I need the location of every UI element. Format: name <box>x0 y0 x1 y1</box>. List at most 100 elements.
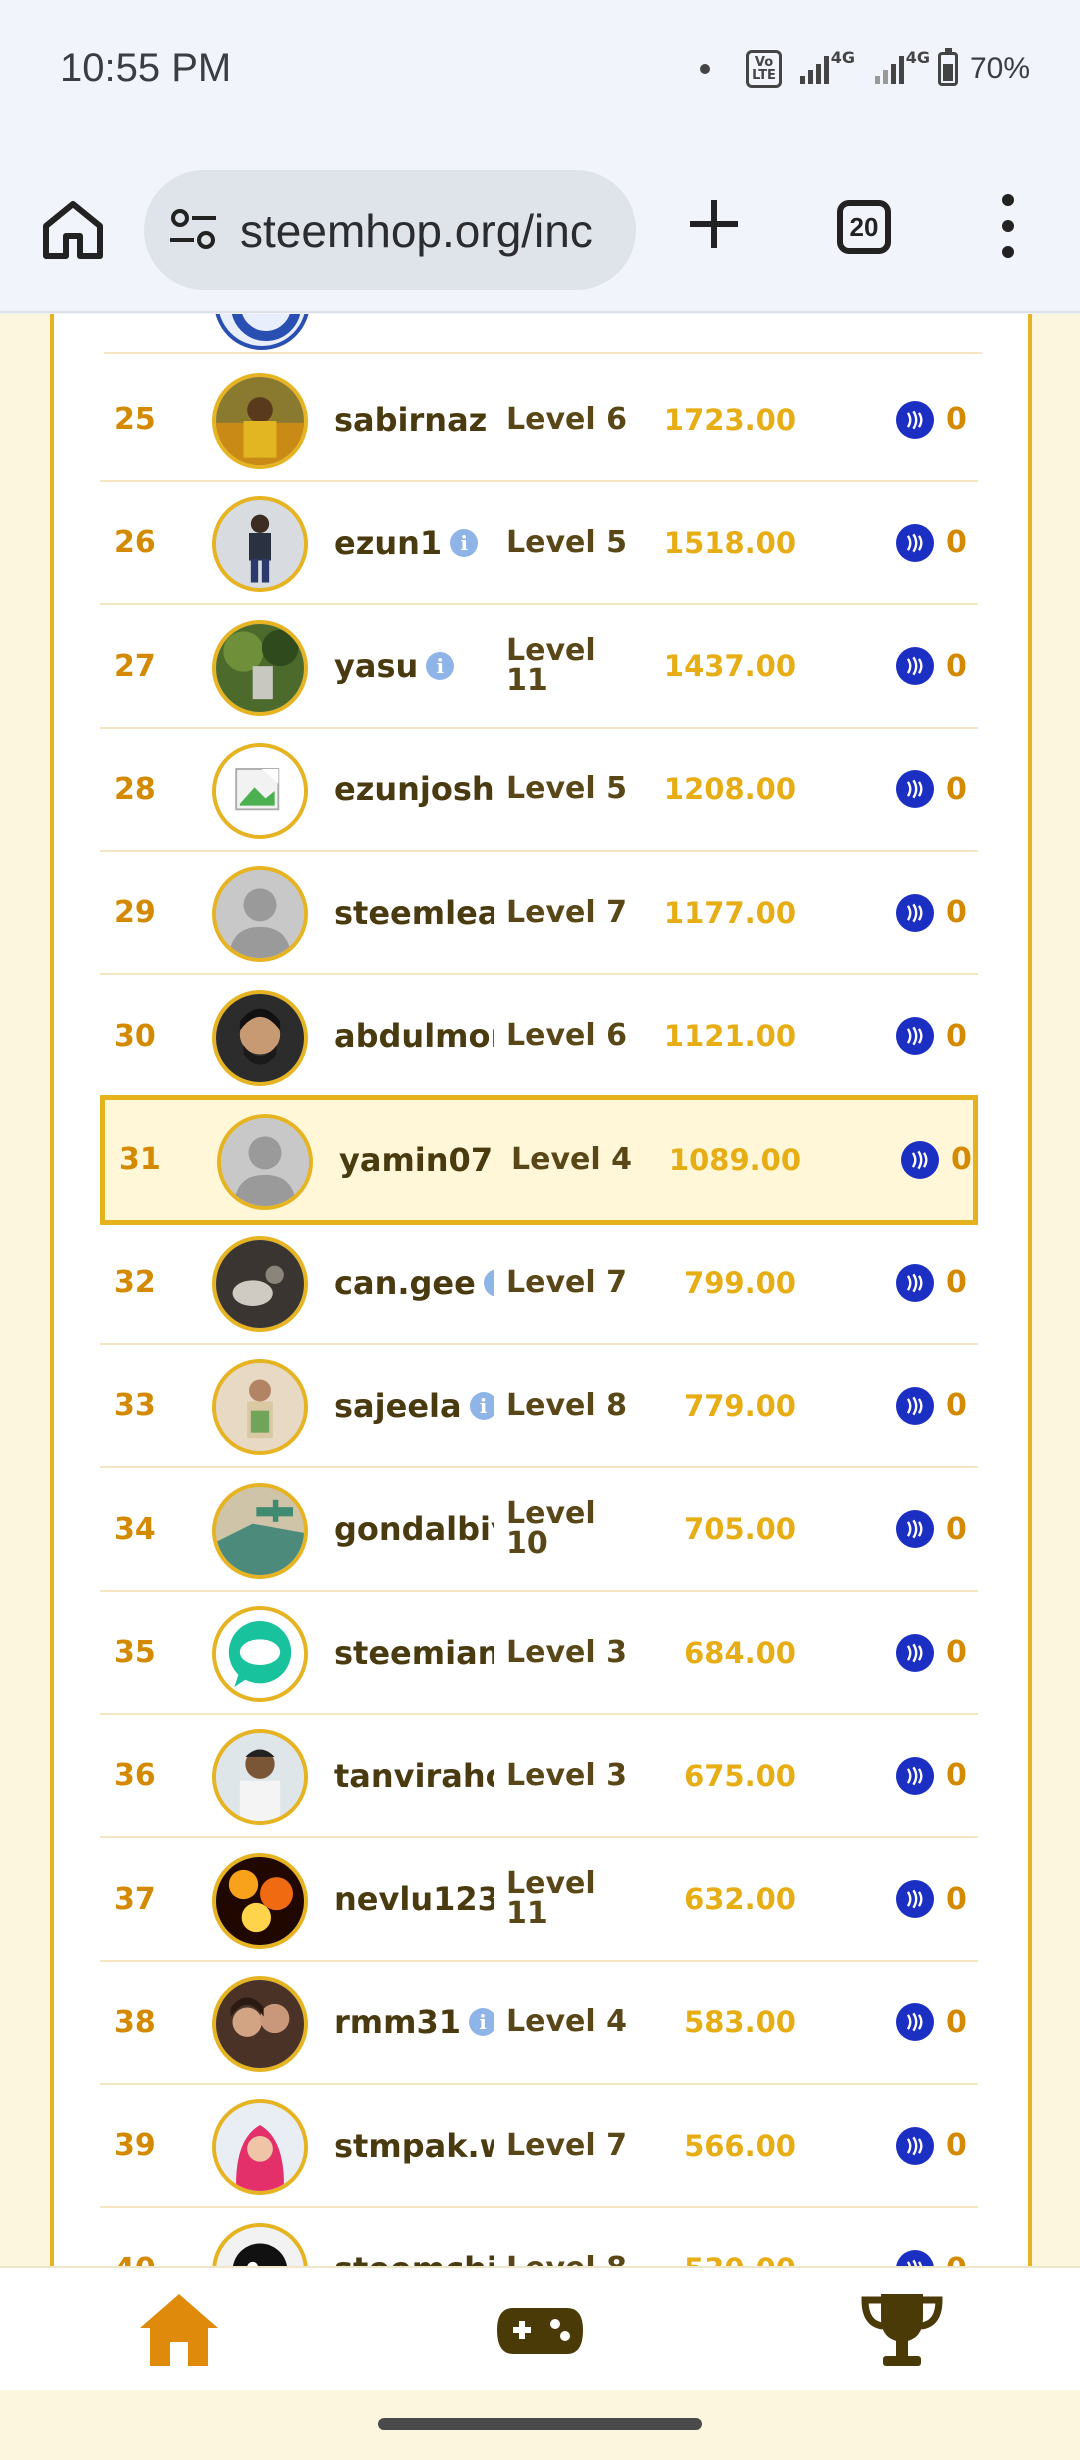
username[interactable]: nevlu123 <box>334 1839 494 1960</box>
avatar[interactable] <box>212 1729 308 1826</box>
avatar[interactable] <box>212 742 308 839</box>
username[interactable]: abdulmor <box>334 976 494 1097</box>
info-icon[interactable]: i <box>450 528 479 557</box>
username[interactable]: stmpak.w <box>334 2085 494 2206</box>
url-text: steemhop.org/inc <box>240 205 593 257</box>
username[interactable]: tanvirahc <box>334 1715 494 1836</box>
network-type-1: 4G <box>830 48 855 67</box>
info-icon[interactable]: i <box>483 1268 494 1297</box>
leaderboard-row[interactable]: 38 rmm31 i Level 4 583.00 0 <box>100 1962 978 2085</box>
steem-icon <box>896 1633 934 1672</box>
username-text: ezun1 <box>334 523 443 562</box>
steem-value: 0 <box>946 1758 967 1794</box>
username[interactable]: ezunjosh <box>334 729 494 850</box>
username[interactable]: yamin07i <box>339 1100 499 1220</box>
nav-leaderboard[interactable] <box>857 2288 947 2372</box>
info-icon[interactable]: i <box>469 2008 494 2037</box>
username-text: can.gee <box>334 1263 476 1302</box>
rank: 25 <box>114 402 156 437</box>
avatar[interactable] <box>212 1236 308 1333</box>
leaderboard-row[interactable]: 27 yasu i Level 11 1437.00 0 <box>100 606 978 729</box>
tab-switcher-button[interactable]: 20 <box>837 200 891 254</box>
level: Level 5 <box>506 771 627 807</box>
username[interactable]: rmm31 i <box>334 1962 494 2083</box>
current-user-row[interactable]: 31 yamin07i Level 4 1089.00 0 <box>100 1094 978 1225</box>
avatar[interactable] <box>212 1482 308 1579</box>
status-icons: Vo LTE 4G 4G 70% <box>700 48 1030 88</box>
avatar[interactable] <box>212 2222 308 2266</box>
username[interactable]: ezun1 i <box>334 482 494 603</box>
level: Level 6 <box>506 401 627 437</box>
username[interactable]: sajeela i <box>334 1345 494 1466</box>
avatar[interactable] <box>212 2099 308 2196</box>
level: Level 11 <box>506 1866 596 1932</box>
username[interactable]: sabirnaz <box>334 359 494 480</box>
bottom-nav <box>0 2266 1080 2390</box>
username[interactable]: gondalbiy <box>334 1469 494 1590</box>
score: 1177.00 <box>663 895 796 930</box>
volte-icon: Vo LTE <box>746 50 782 88</box>
rank: 40 <box>114 2209 156 2267</box>
leaderboard-row[interactable]: 36 tanvirahc Level 3 675.00 0 <box>100 1715 978 1839</box>
leaderboard-row[interactable]: 39 stmpak.w Level 7 566.00 0 <box>100 2085 978 2209</box>
steem-reward: 0 <box>896 2209 967 2267</box>
avatar[interactable] <box>212 373 308 469</box>
info-icon[interactable]: i <box>469 1391 494 1420</box>
leaderboard-row[interactable]: 40 steemchil Level 8 530.00 0 <box>100 2209 978 2267</box>
gesture-home-bar[interactable] <box>378 2418 702 2430</box>
steem-value: 0 <box>946 648 967 684</box>
info-icon[interactable]: i <box>426 652 455 681</box>
steem-reward: 0 <box>901 1100 972 1220</box>
leaderboard-row[interactable]: 33 sajeela i Level 8 779.00 0 <box>100 1345 978 1469</box>
site-settings-icon[interactable] <box>168 208 218 252</box>
nav-games[interactable] <box>495 2288 585 2372</box>
trophy-icon <box>861 2294 943 2366</box>
username[interactable]: steemian <box>334 1592 494 1713</box>
avatar[interactable] <box>212 1359 308 1456</box>
steem-icon <box>896 1880 934 1919</box>
network-type-2: 4G <box>905 48 930 67</box>
level: Level 8 <box>506 2209 636 2267</box>
username[interactable]: steemlea <box>334 852 494 973</box>
rank: 34 <box>114 1511 156 1547</box>
new-tab-button[interactable] <box>686 196 742 252</box>
nav-home[interactable] <box>134 2288 224 2372</box>
username[interactable]: steemchil <box>334 2209 494 2266</box>
leaderboard-row[interactable]: 37 nevlu123 Level 11 632.00 0 <box>100 1839 978 1962</box>
rank: 32 <box>114 1265 156 1301</box>
username-text: gondalbiy <box>334 1510 494 1549</box>
leaderboard-row[interactable]: 26 ezun1 i Level 5 1518.00 0 <box>100 482 978 606</box>
leaderboard-row[interactable]: 28 ezunjosh Level 5 1208.00 0 <box>100 729 978 852</box>
avatar[interactable] <box>212 1975 308 2072</box>
leaderboard-row[interactable]: 35 steemian Level 3 684.00 0 <box>100 1592 978 1715</box>
steem-icon <box>896 2250 934 2266</box>
steem-reward: 0 <box>896 1222 967 1343</box>
avatar[interactable] <box>212 496 308 593</box>
username[interactable]: can.geei <box>334 1222 494 1343</box>
username-text: abdulmor <box>334 1017 494 1055</box>
steem-reward: 0 <box>896 482 967 603</box>
leaderboard-row[interactable]: 30 abdulmor Level 6 1121.00 0 <box>100 976 978 1099</box>
address-bar[interactable]: steemhop.org/inc <box>144 170 636 290</box>
avatar[interactable] <box>212 1606 308 1702</box>
leaderboard-row[interactable]: 32 can.geei Level 7 799.00 0 <box>100 1222 978 1346</box>
home-icon <box>140 2294 218 2366</box>
steem-value: 0 <box>946 2252 967 2267</box>
avatar[interactable] <box>212 989 308 1086</box>
avatar[interactable] <box>217 1113 313 1210</box>
avatar[interactable] <box>212 619 308 716</box>
username[interactable]: yasu i <box>334 606 494 727</box>
steem-icon <box>896 2126 934 2165</box>
browser-home-button[interactable] <box>40 196 106 262</box>
more-menu-button[interactable] <box>996 194 1020 258</box>
avatar[interactable] <box>212 1852 308 1949</box>
home-outline-icon <box>43 201 103 259</box>
leaderboard-row[interactable]: 25 sabirnaz Level 6 1723.00 0 <box>100 359 978 482</box>
level: Level 4 <box>506 2004 627 2040</box>
score: 1437.00 <box>663 649 796 684</box>
steem-icon <box>896 1017 934 1055</box>
avatar[interactable] <box>212 866 308 963</box>
leaderboard-row[interactable]: 29 steemlea Level 7 1177.00 0 <box>100 852 978 976</box>
page-content: 25 sabirnaz Level 6 1723.00 0 26 ezun1 i Level 5… <box>0 314 1080 2266</box>
leaderboard-row[interactable]: 34 gondalbiy Level 10 705.00 0 <box>100 1469 978 1592</box>
